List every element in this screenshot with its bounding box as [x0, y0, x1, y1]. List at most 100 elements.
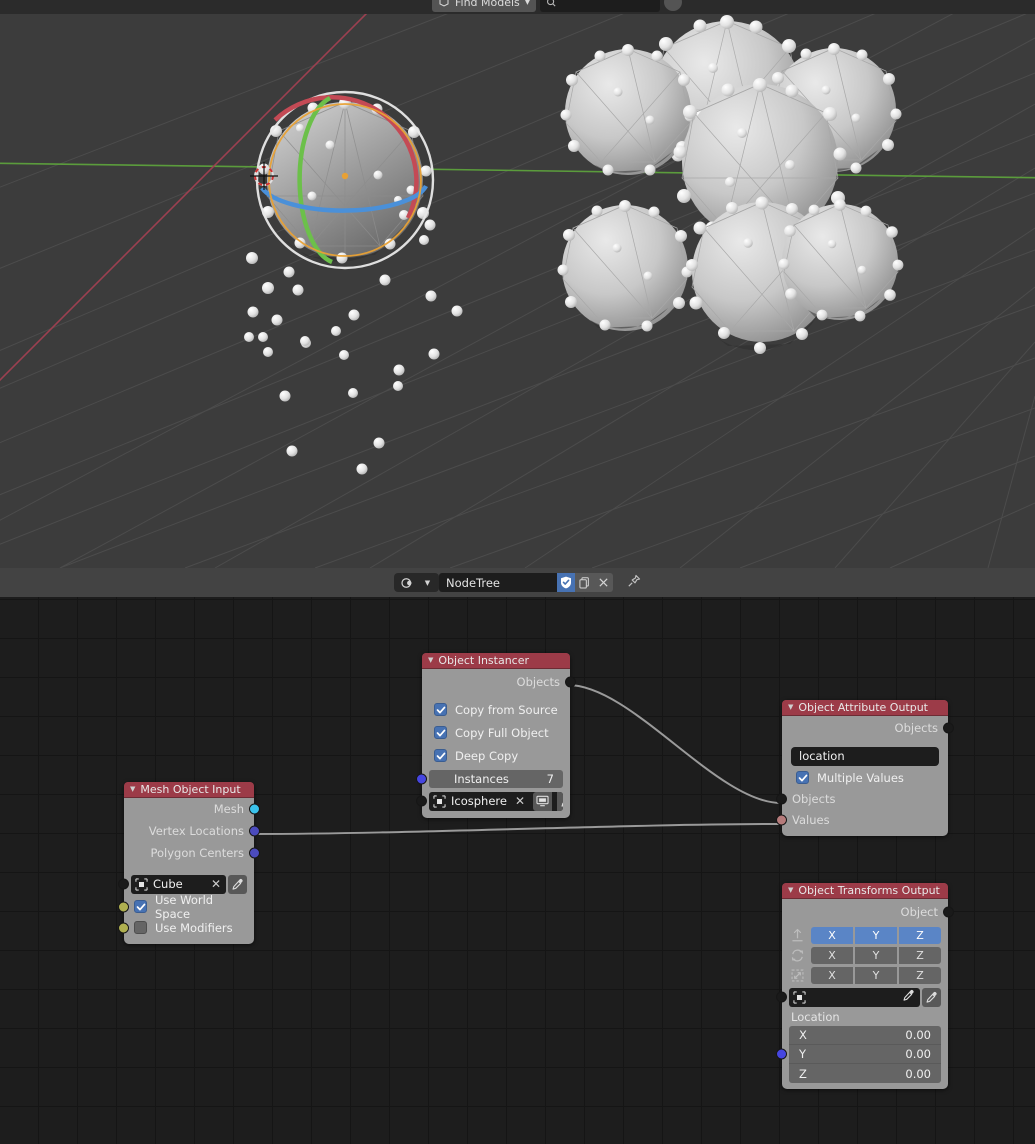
socket-objects-out[interactable] — [943, 722, 954, 734]
copy-from-source-row[interactable]: Copy from Source — [422, 698, 570, 721]
input-objects[interactable]: Objects — [776, 788, 948, 809]
scale-y-button[interactable]: Y — [855, 966, 897, 984]
output-object[interactable]: Object — [782, 899, 954, 925]
use-modifiers-row[interactable]: Use Modifiers — [118, 917, 254, 938]
output-mesh[interactable]: Mesh — [124, 798, 260, 820]
scale-z-button[interactable]: Z — [899, 966, 941, 984]
find-models-dropdown[interactable]: Find Models ▼ — [432, 0, 537, 12]
node-mesh-object-input[interactable]: ▼ Mesh Object Input Mesh Vertex Location… — [118, 782, 260, 944]
socket-location-vector[interactable] — [776, 1048, 787, 1060]
socket-objects-in[interactable] — [776, 793, 787, 804]
output-polygon-centers[interactable]: Polygon Centers — [124, 842, 260, 864]
eyedropper-icon[interactable] — [228, 874, 247, 894]
scale-axes-row[interactable]: X Y Z — [782, 965, 948, 985]
object-id-field[interactable]: Cube ✕ — [131, 874, 226, 894]
topbar-round-button[interactable] — [664, 0, 683, 11]
attribute-name-row[interactable]: location — [782, 745, 948, 767]
socket-object-input[interactable] — [118, 878, 129, 890]
socket-use-world-space[interactable] — [118, 901, 129, 912]
pin-icon[interactable] — [627, 573, 641, 592]
copy-full-object-checkbox[interactable] — [434, 726, 447, 739]
nodetree-name-field[interactable]: NodeTree — [439, 573, 557, 592]
node-header-object-instancer[interactable]: ▼ Object Instancer — [422, 653, 570, 669]
rotate-z-button[interactable]: Z — [899, 946, 941, 964]
input-values[interactable]: Values — [776, 809, 948, 830]
instances-row[interactable]: Instances 7 — [416, 767, 570, 790]
node-editor-canvas[interactable]: ▼ Mesh Object Input Mesh Vertex Location… — [0, 597, 1035, 1144]
socket-values-in[interactable] — [776, 814, 787, 825]
transform-object-field-row[interactable] — [776, 985, 948, 1009]
rotate-y-button[interactable]: Y — [855, 946, 897, 964]
eyedropper-icon[interactable] — [899, 989, 918, 1005]
use-world-space-row[interactable]: Use World Space — [118, 893, 254, 921]
node-title: Object Attribute Output — [798, 701, 928, 714]
output-vertex-locations[interactable]: Vertex Locations — [124, 820, 260, 842]
multiple-values-checkbox[interactable] — [796, 771, 809, 784]
collapse-triangle-icon[interactable]: ▼ — [428, 657, 433, 664]
socket-mesh[interactable] — [249, 803, 260, 815]
attribute-name-field[interactable]: location — [791, 746, 939, 766]
rotate-axes-row[interactable]: X Y Z — [782, 945, 948, 965]
socket-vertex-locations[interactable] — [249, 825, 260, 837]
multiple-values-row[interactable]: Multiple Values — [782, 767, 948, 788]
location-y-field[interactable]: Y 0.00 — [776, 1045, 941, 1064]
collapse-triangle-icon[interactable]: ▼ — [788, 887, 793, 894]
socket-use-modifiers[interactable] — [118, 922, 129, 933]
copy-from-source-checkbox[interactable] — [434, 703, 447, 716]
nodetree-datablock-selector[interactable]: ▼ — [394, 573, 439, 592]
eyedropper-icon[interactable] — [557, 791, 563, 811]
scale-x-button[interactable]: X — [811, 966, 853, 984]
copy-from-source-label: Copy from Source — [455, 702, 558, 717]
3d-viewport[interactable] — [0, 0, 1035, 568]
node-object-transforms-output[interactable]: ▼ Object Transforms Output Object X Y Z — [776, 883, 954, 1089]
socket-instances[interactable] — [416, 773, 427, 784]
unlink-x-icon[interactable] — [594, 573, 613, 592]
use-world-space-checkbox[interactable] — [134, 900, 147, 913]
socket-objects-out[interactable] — [565, 676, 576, 687]
location-x-field[interactable]: X 0.00 — [789, 1026, 941, 1045]
node-object-attribute-output[interactable]: ▼ Object Attribute Output Objects locati… — [776, 700, 954, 836]
rotate-x-button[interactable]: X — [811, 946, 853, 964]
search-input[interactable] — [540, 0, 661, 12]
socket-polygon-centers[interactable] — [249, 847, 260, 859]
translate-axis-buttons[interactable]: X Y Z — [811, 926, 941, 944]
use-modifiers-checkbox[interactable] — [134, 921, 147, 934]
find-models-label: Find Models — [455, 0, 520, 9]
link-vertexloc-to-values — [253, 823, 782, 835]
object-origin — [341, 172, 349, 180]
scale-axis-buttons[interactable]: X Y Z — [811, 966, 941, 984]
socket-instance-object[interactable] — [416, 795, 427, 807]
transform-object-id-field[interactable] — [789, 987, 920, 1007]
fake-user-shield-icon[interactable] — [557, 573, 575, 592]
x-icon[interactable]: ✕ — [512, 794, 528, 808]
deep-copy-row[interactable]: Deep Copy — [422, 744, 570, 767]
node-header-object-transforms-output[interactable]: ▼ Object Transforms Output — [782, 883, 948, 899]
collapse-triangle-icon[interactable]: ▼ — [788, 704, 793, 711]
translate-y-button[interactable]: Y — [855, 926, 897, 944]
node-header-object-attribute-output[interactable]: ▼ Object Attribute Output — [782, 700, 948, 716]
eyedropper-icon-secondary[interactable] — [922, 987, 941, 1007]
socket-object-out[interactable] — [943, 906, 954, 918]
x-icon[interactable]: ✕ — [208, 877, 224, 891]
collapse-triangle-icon[interactable]: ▼ — [130, 786, 135, 793]
instances-number-field[interactable]: Instances 7 — [429, 769, 563, 788]
display-icon[interactable] — [533, 791, 553, 811]
location-vector-fields[interactable]: X 0.00 Y 0.00 Z 0.00 — [776, 1026, 948, 1083]
socket-transform-object[interactable] — [776, 991, 787, 1003]
translate-axes-row[interactable]: X Y Z — [782, 925, 948, 945]
output-objects[interactable]: Objects — [422, 669, 576, 694]
translate-z-button[interactable]: Z — [899, 926, 941, 944]
deep-copy-checkbox[interactable] — [434, 749, 447, 762]
instance-object-id-field[interactable]: Icosphere ✕ — [429, 791, 563, 811]
instance-object-row[interactable]: Icosphere ✕ — [416, 790, 570, 812]
location-x-value: 0.00 — [905, 1028, 931, 1042]
output-label-vertex-locations: Vertex Locations — [148, 824, 244, 838]
new-copy-icon[interactable] — [575, 573, 594, 592]
copy-full-object-row[interactable]: Copy Full Object — [422, 721, 570, 744]
translate-x-button[interactable]: X — [811, 926, 853, 944]
rotate-axis-buttons[interactable]: X Y Z — [811, 946, 941, 964]
location-z-field[interactable]: Z 0.00 — [789, 1064, 941, 1083]
output-objects[interactable]: Objects — [782, 716, 954, 740]
node-object-instancer[interactable]: ▼ Object Instancer Objects Copy from Sou… — [416, 653, 576, 818]
node-header-mesh-object-input[interactable]: ▼ Mesh Object Input — [124, 782, 254, 798]
